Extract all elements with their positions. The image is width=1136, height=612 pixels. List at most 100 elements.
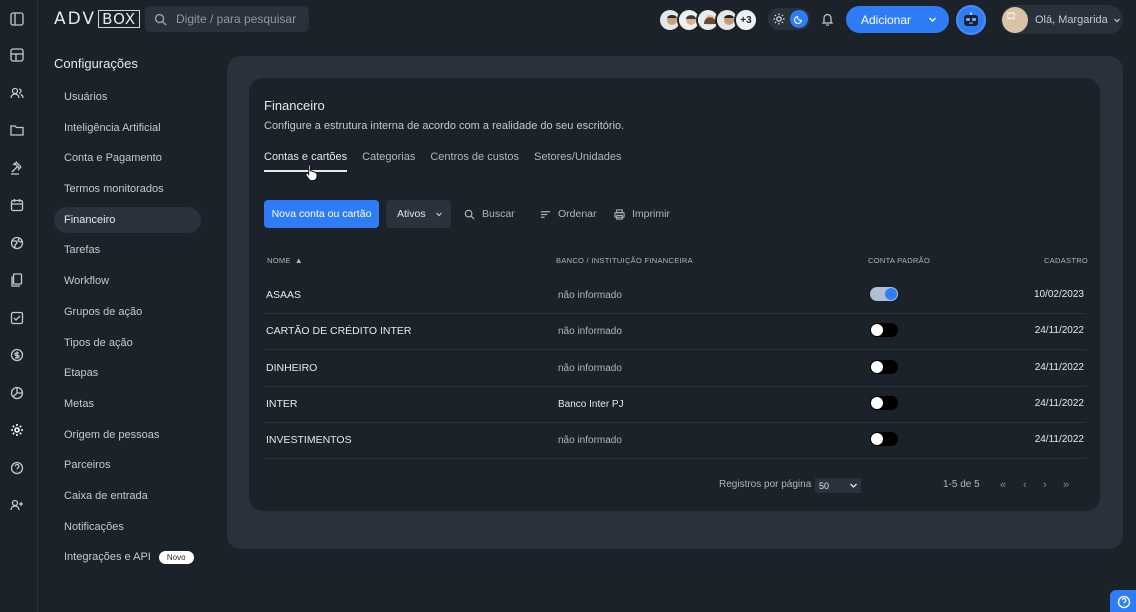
sort-icon <box>540 210 551 218</box>
menu-item-label: Usuários <box>64 91 108 103</box>
account-name: ASAAS <box>266 289 302 301</box>
documents-icon[interactable] <box>10 273 24 287</box>
gavel-icon[interactable] <box>10 161 24 175</box>
search-button[interactable]: Buscar <box>464 200 515 228</box>
user-plus-icon[interactable] <box>10 498 24 512</box>
dashboard-icon[interactable] <box>10 48 24 62</box>
menu-item-label: Metas <box>64 397 94 410</box>
per-page-value: 50 <box>819 480 830 491</box>
per-page-select[interactable]: 50 <box>815 478 861 493</box>
printer-icon <box>614 208 625 220</box>
menu-item-tarefas[interactable]: Tarefas <box>54 237 201 263</box>
last-page-icon[interactable]: » <box>1063 479 1073 491</box>
calendar-icon[interactable] <box>10 198 24 212</box>
default-account-toggle[interactable] <box>870 432 898 446</box>
account-bank: não informado <box>558 435 622 446</box>
default-account-toggle[interactable] <box>870 287 898 301</box>
bell-icon[interactable] <box>821 12 834 26</box>
menu-item-caixa-de-entrada[interactable]: Caixa de entrada <box>54 483 201 509</box>
menu-item-tipos-de-acao[interactable]: Tipos de ação <box>54 330 201 356</box>
menu-item-conta-pagamento[interactable]: Conta e Pagamento <box>54 145 201 171</box>
pointer-cursor-icon <box>305 164 318 181</box>
menu-item-label: Inteligência Artificial <box>64 121 161 134</box>
default-account-toggle[interactable] <box>870 323 898 337</box>
menu-item-notificacoes[interactable]: Notificações <box>54 514 201 540</box>
search-input[interactable]: Digite / para pesquisar <box>145 6 309 32</box>
prev-page-icon[interactable]: ‹ <box>1023 479 1033 491</box>
default-account-toggle[interactable] <box>870 396 898 410</box>
menu-item-metas[interactable]: Metas <box>54 391 201 417</box>
dollar-icon[interactable] <box>10 348 24 362</box>
sort-button[interactable]: Ordenar <box>540 200 597 228</box>
table-row[interactable]: ASAAS não informado 10/02/2023 <box>264 277 1086 314</box>
menu-item-label: Etapas <box>64 367 99 380</box>
status-filter-label: Ativos <box>397 208 426 220</box>
page-description: Configure a estrutura interna de acordo … <box>264 120 625 132</box>
globe-icon[interactable] <box>10 236 24 250</box>
menu-item-usuarios[interactable]: Usuários <box>54 84 201 110</box>
column-header-created[interactable]: CADASTRO <box>1044 256 1088 265</box>
menu-item-label: Tipos de ação <box>64 336 133 349</box>
account-created: 24/11/2022 <box>1034 434 1084 445</box>
toggle-knob <box>871 324 883 336</box>
menu-item-grupos-de-acao[interactable]: Grupos de ação <box>54 299 201 325</box>
search-icon <box>154 13 167 26</box>
settings-menu-title: Configurações <box>54 56 138 71</box>
tab-categorias[interactable]: Categorias <box>362 151 415 172</box>
moon-icon <box>790 10 808 28</box>
page-title: Financeiro <box>264 98 325 113</box>
search-placeholder: Digite / para pesquisar <box>176 12 297 26</box>
folder-icon[interactable] <box>10 123 24 137</box>
chevron-down-icon <box>1113 18 1120 22</box>
menu-item-parceiros[interactable]: Parceiros <box>54 452 201 478</box>
user-menu[interactable]: Olá, Margarida <box>1001 5 1123 34</box>
menu-item-etapas[interactable]: Etapas <box>54 360 201 386</box>
default-account-toggle[interactable] <box>870 360 898 374</box>
tab-setores-unidades[interactable]: Setores/Unidades <box>534 151 621 172</box>
add-button[interactable]: Adicionar <box>846 6 949 33</box>
menu-item-termos-monitorados[interactable]: Termos monitorados <box>54 176 201 202</box>
account-bank: não informado <box>558 290 622 301</box>
chevron-down-icon <box>929 17 936 22</box>
theme-toggle[interactable] <box>768 8 810 30</box>
layout-icon[interactable] <box>10 12 24 26</box>
menu-item-inteligencia-artificial[interactable]: Inteligência Artificial <box>54 115 201 141</box>
table-row[interactable]: CARTÃO DE CRÉDITO INTER não informado 24… <box>264 313 1086 350</box>
account-created: 24/11/2022 <box>1034 398 1084 409</box>
column-header-name[interactable]: NOME ▲ <box>267 256 303 265</box>
sun-icon <box>773 13 785 25</box>
team-avatars[interactable]: +3 <box>658 8 758 32</box>
menu-item-workflow[interactable]: Workflow <box>54 268 201 294</box>
column-header-bank[interactable]: BANCO / INSTITUIÇÃO FINANCEIRA <box>556 256 693 265</box>
help-widget-button[interactable] <box>1110 590 1136 612</box>
app-logo[interactable]: ADV BOX <box>54 9 141 29</box>
table-row[interactable]: INTER Banco Inter PJ 24/11/2022 <box>264 386 1086 423</box>
new-account-button[interactable]: Nova conta ou cartão <box>264 200 379 228</box>
more-members-badge[interactable]: +3 <box>734 8 758 32</box>
table-row[interactable]: INVESTIMENTOS não informado 24/11/2022 <box>264 422 1086 459</box>
tab-centros-de-custos[interactable]: Centros de custos <box>430 151 519 172</box>
print-button[interactable]: Imprimir <box>614 200 670 228</box>
first-page-icon[interactable]: « <box>1000 479 1010 491</box>
sort-asc-icon: ▲ <box>294 256 303 265</box>
print-button-label: Imprimir <box>632 208 670 220</box>
menu-item-origem-de-pessoas[interactable]: Origem de pessoas <box>54 422 201 448</box>
chart-pie-icon[interactable] <box>10 386 24 400</box>
people-icon[interactable] <box>10 86 24 100</box>
column-header-default[interactable]: CONTA PADRÃO <box>868 256 930 265</box>
account-created: 24/11/2022 <box>1034 325 1084 336</box>
settings-icon[interactable] <box>10 423 24 437</box>
account-name: INTER <box>266 398 298 410</box>
toggle-knob <box>871 433 883 445</box>
assistant-bot-icon[interactable] <box>956 5 986 35</box>
checklist-icon[interactable] <box>10 311 24 325</box>
toggle-knob <box>871 397 883 409</box>
status-filter-select[interactable]: Ativos <box>386 200 451 228</box>
menu-item-integracoes-api[interactable]: Integrações e API Novo <box>54 544 201 570</box>
menu-item-financeiro[interactable]: Financeiro <box>54 206 201 233</box>
pagination-range: 1-5 de 5 <box>943 479 980 490</box>
next-page-icon[interactable]: › <box>1043 479 1053 491</box>
help-icon[interactable] <box>10 461 24 475</box>
table-row[interactable]: DINHEIRO não informado 24/11/2022 <box>264 350 1086 387</box>
account-name: INVESTIMENTOS <box>266 434 352 446</box>
